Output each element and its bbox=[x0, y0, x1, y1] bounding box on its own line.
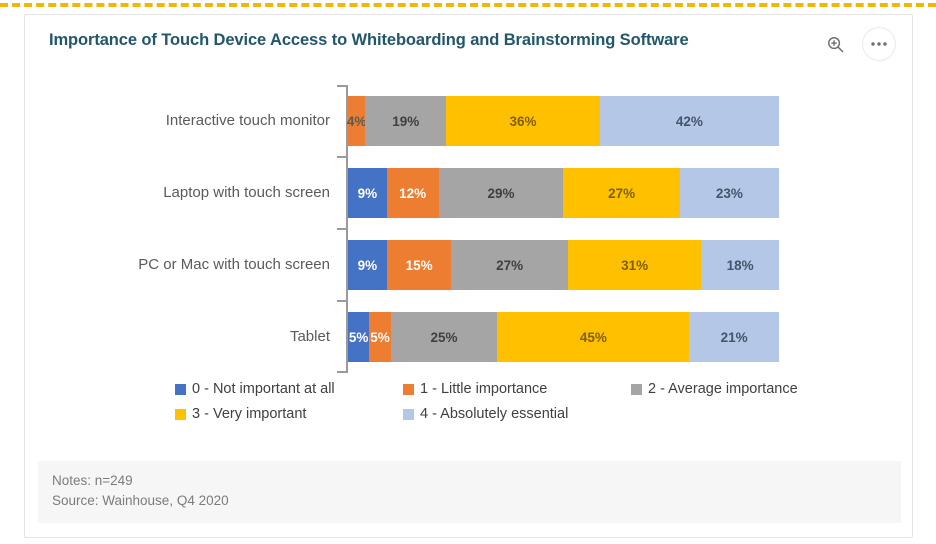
zoom-in-magnifier-icon[interactable] bbox=[818, 27, 852, 61]
stacked-bar: 9% 15% 27% 31% 18% bbox=[348, 240, 779, 290]
bar-segment-label: 5% bbox=[348, 329, 369, 345]
bar-segment-label: 9% bbox=[357, 257, 378, 273]
chart-card: Importance of Touch Device Access to Whi… bbox=[24, 14, 913, 538]
bar-segment-label: 19% bbox=[392, 113, 420, 129]
bar-segment-label: 23% bbox=[715, 185, 743, 201]
bar-segment[interactable]: 36% bbox=[446, 96, 600, 146]
bar-segment[interactable]: 9% bbox=[348, 168, 387, 218]
plot-area: 4% 19% 36% 42% 9% 12% 29% 27% 23% 9% 15% 27% 31% 18% 5… bbox=[337, 85, 779, 373]
stacked-bar-chart: Interactive touch monitor Laptop with to… bbox=[25, 73, 912, 373]
bar-segment[interactable]: 4% bbox=[346, 96, 367, 146]
bar-row-slot: 4% 19% 36% 42% bbox=[346, 85, 779, 157]
bar-segment[interactable]: 5% bbox=[369, 312, 391, 362]
legend-swatch-icon bbox=[403, 408, 414, 420]
category-label: PC or Mac with touch screen bbox=[138, 256, 330, 274]
page-title: Importance of Touch Device Access to Whi… bbox=[49, 31, 689, 49]
y-axis-tick-label: Interactive touch monitor bbox=[25, 85, 338, 157]
stacked-bar: 9% 12% 29% 27% 23% bbox=[348, 168, 779, 218]
notes-footer: Notes: n=249 Source: Wainhouse, Q4 2020 bbox=[38, 460, 901, 523]
source-line: Source: Wainhouse, Q4 2020 bbox=[52, 492, 229, 508]
bar-segment[interactable]: 15% bbox=[386, 240, 452, 290]
bar-segment[interactable]: 19% bbox=[365, 96, 447, 146]
legend-label: 3 - Very important bbox=[192, 406, 307, 422]
bar-segment[interactable]: 45% bbox=[497, 312, 690, 362]
category-label: Laptop with touch screen bbox=[163, 184, 330, 202]
bar-segment-label: 27% bbox=[608, 185, 636, 201]
bar-segment[interactable]: 27% bbox=[563, 168, 680, 218]
bar-segment[interactable]: 12% bbox=[386, 168, 439, 218]
bar-segment-label: 42% bbox=[675, 113, 703, 129]
more-options-ellipsis-icon[interactable] bbox=[862, 27, 896, 61]
bar-segment[interactable]: 9% bbox=[348, 240, 387, 290]
stacked-bar: 5% 5% 25% 45% 21% bbox=[348, 312, 779, 362]
bar-row-slot: 5% 5% 25% 45% 21% bbox=[348, 301, 779, 373]
legend-swatch-icon bbox=[175, 383, 186, 395]
bar-segment-label: 4% bbox=[346, 113, 367, 129]
bar-segment-label: 12% bbox=[399, 185, 427, 201]
legend-item-2[interactable]: 2 - Average importance bbox=[631, 381, 798, 397]
bar-segment[interactable]: 31% bbox=[567, 240, 702, 290]
notes-line: Notes: n=249 bbox=[52, 472, 133, 488]
bar-segment-label: 25% bbox=[430, 329, 458, 345]
legend-row: 3 - Very important 4 - Absolutely essent… bbox=[175, 406, 815, 422]
header-toolbar bbox=[818, 27, 896, 61]
axis-tick bbox=[337, 371, 346, 373]
legend-swatch-icon bbox=[403, 383, 414, 395]
category-label: Tablet bbox=[289, 328, 330, 346]
axis-tick bbox=[337, 228, 346, 230]
y-axis-category-labels: Interactive touch monitor Laptop with to… bbox=[25, 85, 338, 373]
bar-row-slot: 9% 12% 29% 27% 23% bbox=[348, 157, 779, 229]
bar-segment[interactable]: 25% bbox=[390, 312, 498, 362]
legend-row: 0 - Not important at all 1 - Little impo… bbox=[175, 381, 815, 397]
bar-segment[interactable]: 5% bbox=[348, 312, 370, 362]
top-dashed-divider bbox=[0, 3, 936, 7]
bar-segment-label: 27% bbox=[496, 257, 524, 273]
legend-label: 2 - Average importance bbox=[648, 381, 798, 397]
chart-legend: 0 - Not important at all 1 - Little impo… bbox=[175, 381, 815, 431]
legend-label: 0 - Not important at all bbox=[192, 381, 335, 397]
bar-segment-label: 31% bbox=[621, 257, 649, 273]
y-axis-tick-label: PC or Mac with touch screen bbox=[25, 229, 338, 301]
legend-swatch-icon bbox=[175, 408, 186, 420]
bar-segment-label: 29% bbox=[487, 185, 515, 201]
legend-item-1[interactable]: 1 - Little importance bbox=[403, 381, 631, 397]
bar-segment-label: 45% bbox=[579, 329, 607, 345]
y-axis-tick-label: Tablet bbox=[25, 301, 338, 373]
axis-tick bbox=[337, 300, 346, 302]
bar-segment[interactable]: 18% bbox=[701, 240, 779, 290]
bar-segment-label: 9% bbox=[357, 185, 378, 201]
bar-segment-label: 36% bbox=[509, 113, 537, 129]
bar-segment[interactable]: 42% bbox=[599, 96, 779, 146]
legend-item-4[interactable]: 4 - Absolutely essential bbox=[403, 406, 631, 422]
axis-tick bbox=[337, 85, 346, 87]
bar-segment-label: 21% bbox=[720, 329, 748, 345]
legend-item-0[interactable]: 0 - Not important at all bbox=[175, 381, 403, 397]
bar-segment-label: 18% bbox=[726, 257, 754, 273]
bar-segment-label: 5% bbox=[370, 329, 390, 345]
bar-segment[interactable]: 27% bbox=[451, 240, 568, 290]
bar-segment[interactable]: 29% bbox=[438, 168, 564, 218]
legend-swatch-icon bbox=[631, 383, 642, 395]
legend-label: 4 - Absolutely essential bbox=[420, 406, 569, 422]
category-label: Interactive touch monitor bbox=[165, 112, 330, 130]
bar-segment-label: 15% bbox=[405, 257, 433, 273]
bar-segment[interactable]: 23% bbox=[679, 168, 779, 218]
y-axis-tick-label: Laptop with touch screen bbox=[25, 157, 338, 229]
card-header: Importance of Touch Device Access to Whi… bbox=[25, 15, 912, 71]
bar-segment[interactable]: 21% bbox=[689, 312, 779, 362]
bar-rows: 4% 19% 36% 42% 9% 12% 29% 27% 23% 9% 15% 27% 31% 18% 5… bbox=[346, 85, 779, 373]
legend-item-3[interactable]: 3 - Very important bbox=[175, 406, 403, 422]
bar-row-slot: 9% 15% 27% 31% 18% bbox=[348, 229, 779, 301]
stacked-bar: 4% 19% 36% 42% bbox=[346, 96, 779, 146]
legend-label: 1 - Little importance bbox=[420, 381, 548, 397]
axis-tick bbox=[337, 156, 346, 158]
